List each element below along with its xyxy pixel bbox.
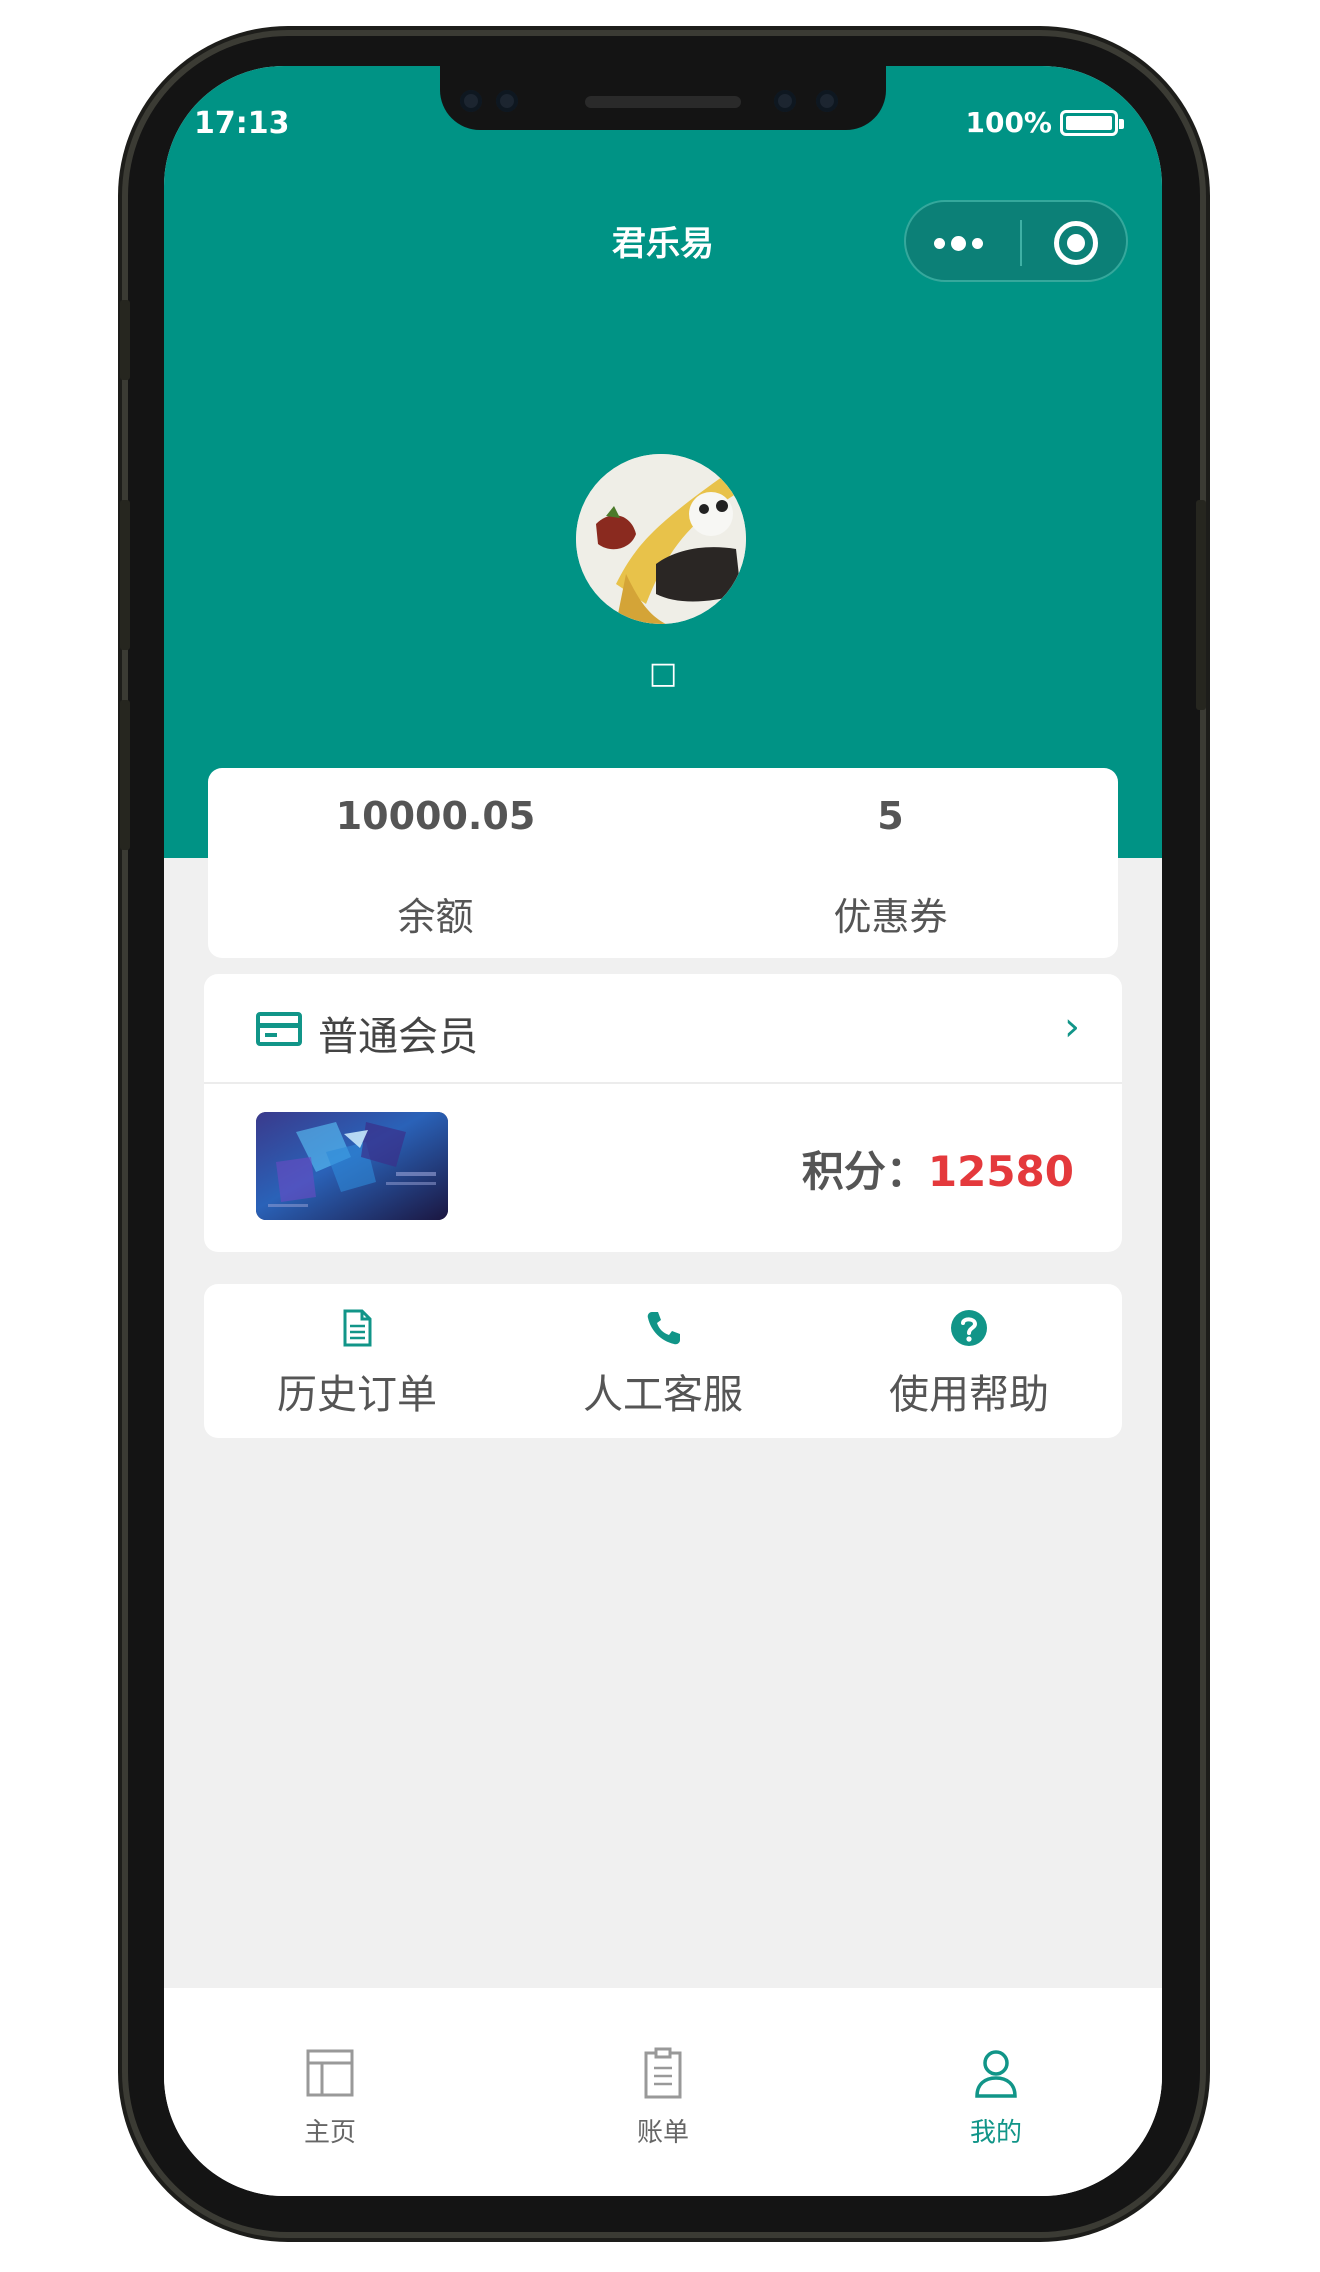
camera-lens xyxy=(816,90,838,112)
customer-service-button[interactable]: 人工客服 xyxy=(510,1284,816,1438)
phone-notch xyxy=(440,66,886,130)
tab-bills[interactable]: 账单 xyxy=(497,1988,829,2196)
document-icon xyxy=(337,1308,377,1348)
clipboard-icon xyxy=(638,2046,688,2100)
home-layout-icon xyxy=(305,2046,355,2100)
member-card-image xyxy=(256,1112,448,1220)
membership-row[interactable]: 普通会员 › xyxy=(204,974,1122,1084)
balance-label: 余额 xyxy=(397,895,474,939)
membership-card: 普通会员 › 积分：12580 xyxy=(204,974,1122,1252)
balance-stat[interactable]: 10000.05 余额 xyxy=(208,768,663,958)
battery-icon xyxy=(1060,110,1124,136)
capsule-divider xyxy=(1020,220,1022,266)
chevron-right-icon: › xyxy=(1064,1004,1080,1050)
member-card-graphic xyxy=(256,1112,448,1220)
camera-lens xyxy=(460,90,482,112)
help-icon xyxy=(949,1308,989,1348)
phone-side-button xyxy=(1196,500,1206,710)
history-orders-label: 历史订单 xyxy=(277,1372,437,1418)
points-value: 12580 xyxy=(927,1147,1074,1196)
username: □ xyxy=(648,656,678,691)
more-icon[interactable] xyxy=(934,226,998,260)
points-label: 积分： xyxy=(801,1147,928,1196)
tab-bills-label: 账单 xyxy=(636,2118,689,2148)
bottom-tab-bar: 主页 账单 我的 xyxy=(164,1988,1162,2196)
app-screen: 17:13 100% 君乐易 □ 10000.05 余额 5 优惠券 普通会员 … xyxy=(164,66,1162,2196)
close-miniprogram-icon[interactable] xyxy=(1054,221,1098,265)
battery-percent: 100% xyxy=(965,106,1052,139)
miniprogram-capsule xyxy=(904,200,1128,282)
tab-mine-label: 我的 xyxy=(969,2118,1022,2148)
tab-mine[interactable]: 我的 xyxy=(830,1988,1162,2196)
phone-side-button xyxy=(120,700,130,850)
quick-actions-card: 历史订单 人工客服 使用帮助 xyxy=(204,1284,1122,1438)
coupon-label: 优惠券 xyxy=(833,895,948,939)
credit-card-icon xyxy=(256,1012,302,1046)
coupon-stat[interactable]: 5 优惠券 xyxy=(663,768,1118,958)
status-time: 17:13 xyxy=(194,106,290,141)
history-orders-button[interactable]: 历史订单 xyxy=(204,1284,510,1438)
tab-home-label: 主页 xyxy=(303,2118,356,2148)
speaker-grille xyxy=(585,96,741,108)
tab-home[interactable]: 主页 xyxy=(164,1988,496,2196)
phone-icon xyxy=(643,1308,683,1348)
coupon-count: 5 xyxy=(877,794,904,838)
customer-service-label: 人工客服 xyxy=(583,1372,743,1418)
help-label: 使用帮助 xyxy=(889,1372,1049,1418)
sensor-dot xyxy=(774,90,796,112)
avatar[interactable] xyxy=(576,454,746,624)
camera-lens xyxy=(496,90,518,112)
help-button[interactable]: 使用帮助 xyxy=(816,1284,1122,1438)
phone-side-button xyxy=(120,300,130,380)
points-display: 积分：12580 xyxy=(802,1138,1074,1199)
phone-side-button xyxy=(120,500,130,650)
avatar-image xyxy=(576,454,746,624)
user-icon xyxy=(971,2046,1021,2100)
account-stats-card: 10000.05 余额 5 优惠券 xyxy=(208,768,1118,958)
membership-level: 普通会员 xyxy=(318,1014,478,1060)
balance-value: 10000.05 xyxy=(335,794,536,838)
